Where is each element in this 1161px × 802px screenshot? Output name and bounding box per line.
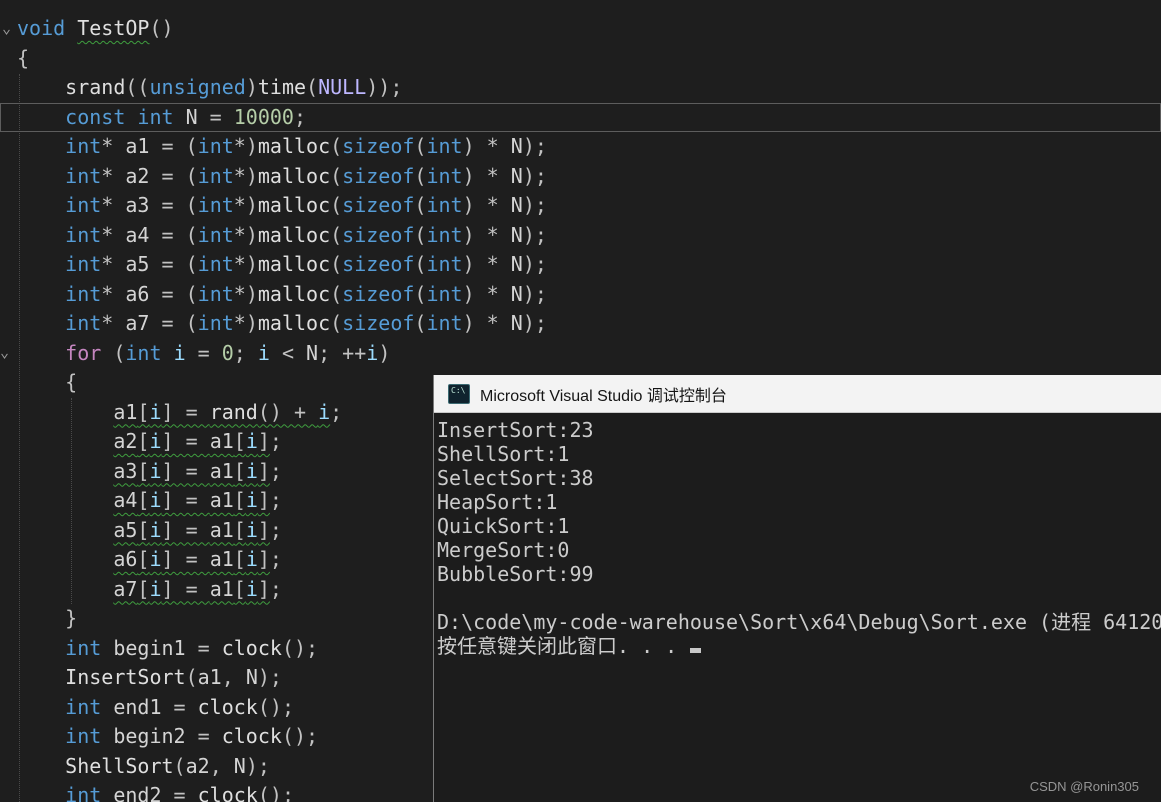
code-line[interactable]: for (int i = 0; i < N; ++i) [0, 339, 1161, 369]
console-line: 按任意键关闭此窗口. . . [437, 634, 1161, 658]
code-line[interactable]: int* a1 = (int*)malloc(sizeof(int) * N); [0, 132, 1161, 162]
debug-console-window[interactable]: C:\ Microsoft Visual Studio 调试控制台 Insert… [433, 375, 1161, 802]
console-line: BubbleSort:99 [437, 562, 594, 586]
code-line[interactable]: srand((unsigned)time(NULL)); [0, 73, 1161, 103]
console-line: HeapSort:1 [437, 490, 558, 514]
vs-editor-screen: ⌄ ⌄ void TestOP(){ srand((unsigned)time(… [0, 0, 1161, 802]
code-line[interactable]: int* a5 = (int*)malloc(sizeof(int) * N); [0, 250, 1161, 280]
console-line: InsertSort:23 [437, 418, 594, 442]
console-icon[interactable]: C:\ [448, 383, 470, 404]
console-cursor [690, 648, 702, 653]
console-titlebar[interactable]: C:\ Microsoft Visual Studio 调试控制台 [434, 375, 1161, 413]
code-line[interactable]: void TestOP() [0, 14, 1161, 44]
code-line[interactable]: int* a6 = (int*)malloc(sizeof(int) * N); [0, 280, 1161, 310]
code-line[interactable]: const int N = 10000; [0, 103, 1161, 133]
code-line[interactable]: int* a4 = (int*)malloc(sizeof(int) * N); [0, 221, 1161, 251]
code-line[interactable]: { [0, 44, 1161, 74]
console-title: Microsoft Visual Studio 调试控制台 [480, 387, 727, 405]
console-icon-label: C:\ [451, 385, 466, 395]
console-line: SelectSort:38 [437, 466, 594, 490]
console-line: MergeSort:0 [437, 538, 570, 562]
code-line[interactable]: int* a3 = (int*)malloc(sizeof(int) * N); [0, 191, 1161, 221]
code-line[interactable]: int* a2 = (int*)malloc(sizeof(int) * N); [0, 162, 1161, 192]
console-line: QuickSort:1 [437, 514, 570, 538]
watermark: CSDN @Ronin305 [1029, 779, 1139, 794]
code-line[interactable]: int* a7 = (int*)malloc(sizeof(int) * N); [0, 309, 1161, 339]
console-line: D:\code\my-code-warehouse\Sort\x64\Debug… [437, 610, 1161, 634]
console-line: ShellSort:1 [437, 442, 570, 466]
console-output[interactable]: InsertSort:23 ShellSort:1 SelectSort:38 Hea… [434, 413, 1161, 802]
